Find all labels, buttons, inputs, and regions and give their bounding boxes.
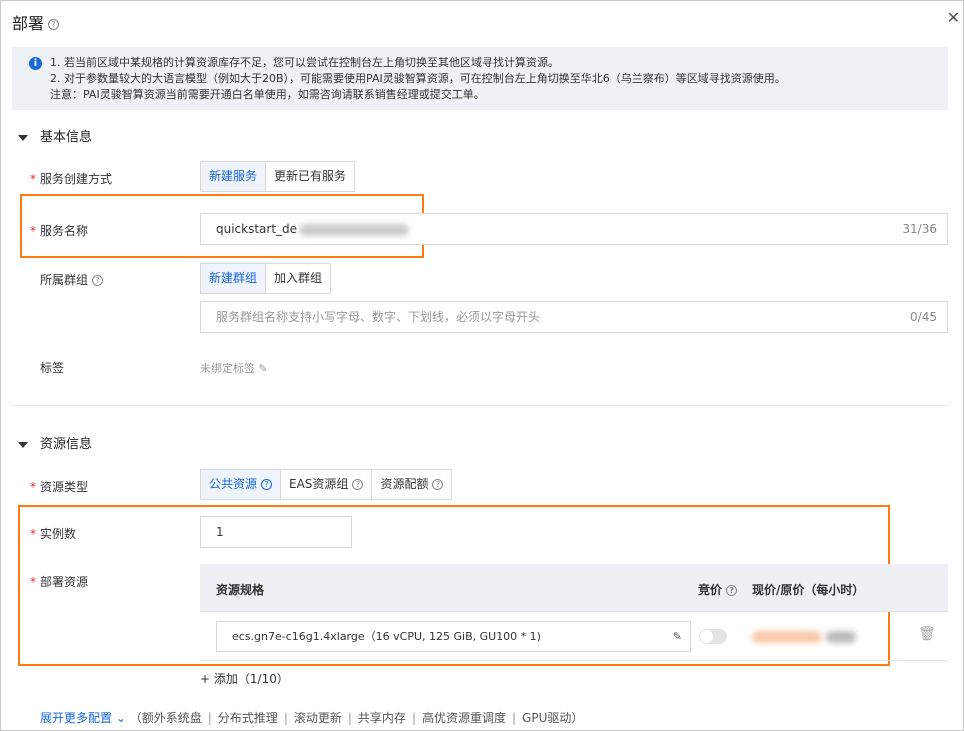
section-resource-info[interactable]: 资源信息: [18, 433, 92, 452]
option-new-group[interactable]: 新建群组: [201, 264, 267, 293]
section-basic-info[interactable]: 基本信息: [18, 126, 92, 145]
bid-toggle[interactable]: [699, 629, 727, 644]
option-eas-group[interactable]: EAS资源组?: [281, 470, 373, 499]
option-quota[interactable]: 资源配额?: [372, 470, 452, 499]
create-mode-selector: 新建服务 更新已有服务: [200, 161, 356, 192]
help-icon[interactable]: ?: [726, 585, 738, 596]
divider: [12, 405, 948, 406]
create-mode-label: * 服务创建方式: [30, 172, 113, 186]
resource-type-label: * 资源类型: [30, 480, 89, 494]
option-join-group[interactable]: 加入群组: [266, 264, 331, 293]
help-icon[interactable]: ?: [92, 275, 104, 286]
tags-label: 标签: [40, 361, 65, 375]
plus-icon: +: [200, 672, 211, 686]
instances-label: * 实例数: [30, 527, 77, 541]
group-selector: 新建群组 加入群组: [200, 263, 332, 294]
chevron-down-icon[interactable]: ⌄: [112, 711, 126, 725]
group-label: 所属群组?: [40, 271, 104, 288]
edit-icon[interactable]: ✎: [259, 362, 268, 375]
spec-select[interactable]: ecs.gn7e-c16g1.4xlarge（16 vCPU, 125 GiB,…: [216, 621, 691, 652]
deploy-resource-label: * 部署资源: [30, 575, 89, 589]
expand-more-link[interactable]: 展开更多配置: [40, 711, 112, 725]
option-public-resource[interactable]: 公共资源?: [201, 470, 282, 499]
info-icon: i: [29, 57, 42, 70]
more-config: 展开更多配置 ⌄ （额外系统盘 | 分布式推理 | 滚动更新 | 共享内存 | 高优资源重调度 |…: [40, 711, 584, 725]
close-icon[interactable]: ✕: [947, 8, 960, 27]
instances-input[interactable]: 1: [200, 516, 352, 548]
info-banner: 1. 若当前区域中某规格的计算资源库存不足，您可以尝试在控制台左上角切换至其他区…: [12, 47, 948, 110]
service-name-label: * 服务名称: [30, 224, 89, 238]
caret-down-icon: [18, 134, 28, 141]
edit-icon[interactable]: ✎: [673, 622, 682, 651]
tags-value[interactable]: 未绑定标签 ✎: [200, 360, 268, 376]
option-update-service[interactable]: 更新已有服务: [266, 162, 355, 191]
table-header: 资源规格 竞价? 现价/原价（每小时）: [200, 564, 948, 612]
redacted-price: [826, 631, 856, 643]
help-icon[interactable]: ?: [48, 19, 60, 30]
caret-down-icon: [18, 441, 28, 448]
trash-icon[interactable]: 🗑: [918, 626, 936, 642]
redacted-price: [752, 631, 822, 643]
option-new-service[interactable]: 新建服务: [201, 162, 267, 191]
group-name-input[interactable]: 服务群组名称支持小写字母、数字、下划线，必须以字母开头 0/45: [200, 301, 948, 333]
redacted: [299, 223, 410, 236]
resource-type-selector: 公共资源? EAS资源组? 资源配额?: [200, 469, 453, 500]
table-row: ecs.gn7e-c16g1.4xlarge（16 vCPU, 125 GiB,…: [200, 612, 948, 661]
service-name-input[interactable]: quickstart_de 31/36: [200, 213, 948, 245]
add-resource-button[interactable]: + 添加（1/10）: [200, 670, 289, 687]
dialog-title: 部署?: [12, 10, 60, 34]
